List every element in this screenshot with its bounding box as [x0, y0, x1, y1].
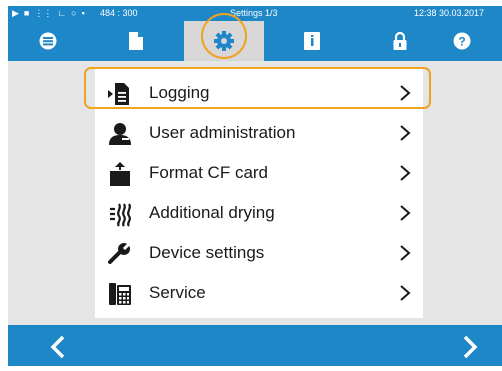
drying-icon: ⋮⋮	[34, 8, 53, 18]
settings-tab-highlight	[201, 13, 247, 59]
status-bar: ▶ ■ ⋮⋮ ∟ ○ ▪ 484 : 300 Settings 1/3 12:3…	[8, 6, 502, 21]
chevron-left-icon	[50, 335, 65, 359]
menu-item-label: Service	[149, 283, 206, 302]
menu-item-label: Device settings	[149, 243, 265, 262]
wrench-icon	[107, 241, 133, 267]
bottom-nav-bar	[8, 325, 502, 366]
svg-text:?: ?	[458, 35, 465, 49]
menu-item-additional-drying[interactable]: Additional drying	[95, 194, 423, 232]
status-coordinates: 484 : 300	[100, 8, 138, 18]
file-icon: ■	[23, 8, 30, 18]
logs-tab[interactable]	[96, 21, 176, 61]
info-book-icon	[304, 32, 320, 50]
chevron-right-icon	[400, 165, 411, 181]
back-button[interactable]	[38, 332, 78, 362]
chart-icon: ∟	[57, 8, 67, 18]
menu-item-device-settings[interactable]: Device settings	[95, 234, 423, 272]
chevron-right-icon	[400, 125, 411, 141]
cf-card-icon	[107, 161, 133, 187]
forward-button[interactable]	[450, 332, 490, 362]
info-tab[interactable]	[272, 21, 352, 61]
menu-icon	[39, 32, 57, 50]
document-icon	[129, 32, 143, 50]
tab-bar: ?	[8, 13, 502, 61]
chevron-right-icon	[400, 205, 411, 221]
chevron-right-icon	[400, 245, 411, 261]
help-tab[interactable]: ?	[422, 21, 502, 61]
play-icon: ▶	[12, 8, 19, 18]
chevron-right-icon	[463, 335, 478, 359]
menu-item-service[interactable]: Service	[95, 274, 423, 312]
help-icon: ?	[453, 32, 471, 50]
device-screen: ▶ ■ ⋮⋮ ∟ ○ ▪ 484 : 300 Settings 1/3 12:3…	[8, 6, 502, 366]
menu-item-label: Format CF card	[149, 163, 269, 182]
phone-icon	[107, 281, 133, 307]
menu-item-user-administration[interactable]: User administration	[95, 114, 423, 152]
menu-item-label: User administration	[149, 123, 296, 142]
chevron-right-icon	[400, 285, 411, 301]
status-datetime: 12:38 30.03.2017	[414, 8, 485, 18]
lock-icon: ▪	[81, 8, 85, 18]
drying-icon	[107, 201, 133, 227]
selected-item-highlight	[84, 67, 431, 109]
menu-tab[interactable]	[8, 21, 88, 61]
menu-item-label: Additional drying	[149, 203, 275, 222]
user-icon	[107, 121, 133, 147]
status-icons: ▶ ■ ⋮⋮ ∟ ○ ▪	[12, 8, 85, 18]
clock-icon: ○	[71, 8, 77, 18]
lock-icon	[393, 31, 407, 50]
menu-item-format-cf-card[interactable]: Format CF card	[95, 154, 423, 192]
